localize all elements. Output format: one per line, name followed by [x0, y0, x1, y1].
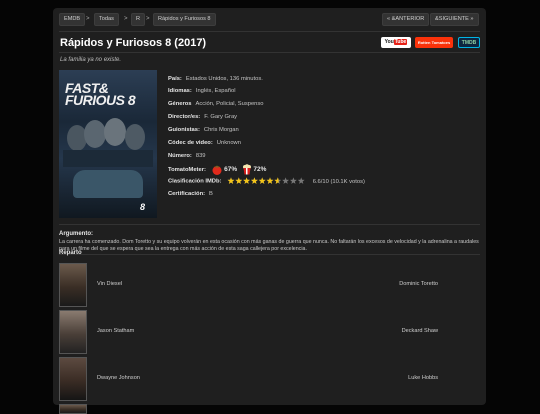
poster-number: 8: [139, 202, 145, 212]
detail-directors: Director/es: F. Gary Gray: [168, 114, 238, 120]
detail-number: Número: 839: [168, 153, 206, 159]
cast-row[interactable]: [59, 404, 480, 414]
breadcrumb-separator: >: [124, 16, 128, 22]
breadcrumb-separator: >: [146, 16, 150, 22]
detail-languages: Idiomas: Inglés, Español: [168, 88, 236, 94]
tomato-icon: [212, 165, 222, 175]
actor-name[interactable]: Vin Diesel: [97, 281, 122, 287]
actor-photo: [59, 404, 87, 414]
breadcrumb-separator: >: [86, 16, 90, 22]
critics-score: 67%: [224, 166, 238, 174]
tmdb-logo[interactable]: TMDB: [458, 37, 480, 48]
breadcrumb-todas[interactable]: Todas: [94, 13, 119, 26]
detail-country: País: Estados Unidos, 136 minutos.: [168, 76, 263, 82]
audience-score: 72%: [253, 166, 267, 174]
star-empty: [290, 177, 297, 184]
star-filled: [235, 177, 243, 184]
actor-name[interactable]: Dwayne Johnson: [97, 375, 140, 381]
plot-text: La carrera ha comenzado. Dom Toretto y s…: [59, 239, 479, 252]
breadcrumb-emdb[interactable]: EMDB: [59, 13, 86, 26]
cast-row[interactable]: Dwayne Johnson Luke Hobbs: [59, 357, 480, 401]
cast-row[interactable]: Jason Statham Deckard Shaw: [59, 310, 480, 354]
detail-writers: Guionistas: Chris Morgan: [168, 127, 239, 133]
movie-panel: EMDB > Todas > R > Rápidos y Furiosos 8 …: [53, 8, 486, 414]
plot-heading: Argumento:: [59, 231, 93, 237]
next-button[interactable]: &SIGUIENTE »: [430, 13, 479, 26]
page-title: Rápidos y Furiosos 8 (2017): [60, 37, 207, 49]
star-filled: [227, 177, 235, 184]
movie-poster: FAST& FURIOUS 8 8: [59, 70, 157, 218]
poster-title: FAST& FURIOUS 8: [65, 80, 136, 108]
cast-row[interactable]: Vin Diesel Dominic Toretto: [59, 263, 480, 307]
detail-genres: Géneros Acción, Policial, Suspenso: [168, 101, 264, 107]
detail-codec: Códec de video: Unknown: [168, 140, 241, 146]
rotten-tomatoes-logo[interactable]: Rotten Tomatoes: [415, 37, 453, 48]
cast-heading: Reparto: [59, 250, 82, 256]
star-filled: [266, 177, 274, 184]
star-filled: [251, 177, 258, 184]
divider: [59, 254, 480, 255]
star-filled: [243, 177, 251, 184]
character-name: Deckard Shaw: [401, 328, 438, 334]
poster-car: [73, 170, 143, 198]
actor-photo: [59, 263, 87, 307]
actor-photo: [59, 310, 87, 354]
previous-button[interactable]: « &ANTERIOR: [382, 13, 430, 26]
certification: Certificación: B: [168, 191, 213, 197]
divider: [59, 52, 480, 53]
breadcrumb-r[interactable]: R: [131, 13, 146, 26]
rating-stars: [227, 177, 305, 184]
divider: [59, 224, 480, 225]
popcorn-icon: [242, 164, 251, 175]
imdb-rating: Clasificación IMDb: 6.6/10 (10.1K votos): [168, 177, 365, 185]
star-empty: [282, 177, 290, 184]
breadcrumb-current[interactable]: Rápidos y Furiosos 8: [153, 13, 216, 26]
character-name: Dominic Toretto: [399, 281, 438, 287]
poster-cast-art: [63, 118, 153, 167]
star-empty: [297, 177, 305, 184]
divider: [59, 31, 480, 32]
actor-name[interactable]: Jason Statham: [97, 328, 134, 334]
character-name: Luke Hobbs: [408, 375, 438, 381]
tomatometer: TomatoMeter: 67% 72%: [168, 164, 266, 175]
youtube-logo[interactable]: YouTube: [381, 37, 411, 48]
actor-photo: [59, 357, 87, 401]
tagline: La familia ya no existe.: [60, 57, 122, 63]
star-filled: [258, 177, 266, 184]
